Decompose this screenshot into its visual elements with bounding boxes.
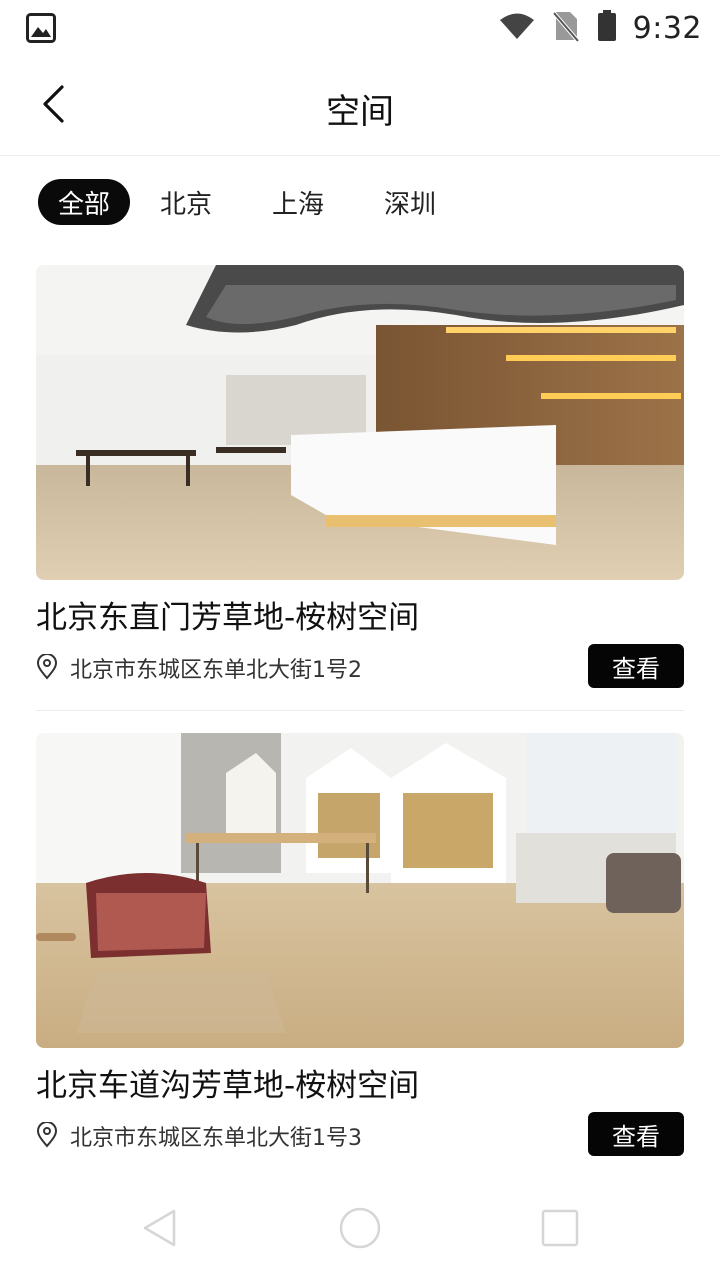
- space-info-row: 北京市东城区东单北大街1号3 查看: [36, 1112, 684, 1160]
- tab-shenzhen[interactable]: 深圳: [354, 179, 466, 225]
- system-nav-bar: [0, 1180, 720, 1280]
- space-card[interactable]: 北京东直门芳草地-桉树空间 北京市东城区东单北大街1号2 查看: [36, 265, 684, 692]
- location-pin-icon: [36, 1121, 58, 1148]
- no-sim-icon: [552, 10, 580, 46]
- space-address: 北京市东城区东单北大街1号3: [70, 1126, 362, 1151]
- space-title: 北京车道沟芳草地-桉树空间: [36, 1068, 420, 1104]
- space-address: 北京市东城区东单北大街1号2: [70, 658, 362, 683]
- location-pin-icon: [36, 653, 58, 680]
- tab-all[interactable]: 全部: [38, 179, 130, 225]
- card-divider: [36, 710, 684, 711]
- wifi-icon: [499, 12, 535, 44]
- status-bar: 9:32: [0, 0, 720, 56]
- status-time: 9:32: [632, 10, 702, 46]
- app-header: 空间: [0, 56, 720, 156]
- city-filter-tabs: 全部 北京 上海 深圳: [38, 178, 466, 226]
- tab-shanghai[interactable]: 上海: [242, 179, 354, 225]
- home-circle-icon: [338, 1206, 382, 1254]
- status-icons: 9:32: [499, 8, 702, 48]
- view-button[interactable]: 查看: [588, 1112, 684, 1156]
- nav-recents-button[interactable]: [532, 1202, 588, 1258]
- office-lounge-photo[interactable]: [36, 733, 684, 1048]
- space-card[interactable]: 北京车道沟芳草地-桉树空间 北京市东城区东单北大街1号3 查看: [36, 733, 684, 1160]
- recents-square-icon: [540, 1208, 580, 1252]
- space-title: 北京东直门芳草地-桉树空间: [36, 600, 420, 636]
- page-title: 空间: [326, 92, 394, 132]
- tab-beijing[interactable]: 北京: [130, 179, 242, 225]
- office-reception-photo[interactable]: [36, 265, 684, 580]
- image-notification-icon: [26, 13, 56, 43]
- back-triangle-icon: [140, 1208, 180, 1252]
- nav-back-button[interactable]: [132, 1202, 188, 1258]
- space-info-row: 北京市东城区东单北大街1号2 查看: [36, 644, 684, 692]
- nav-home-button[interactable]: [332, 1202, 388, 1258]
- battery-icon: [597, 10, 617, 46]
- view-button[interactable]: 查看: [588, 644, 684, 688]
